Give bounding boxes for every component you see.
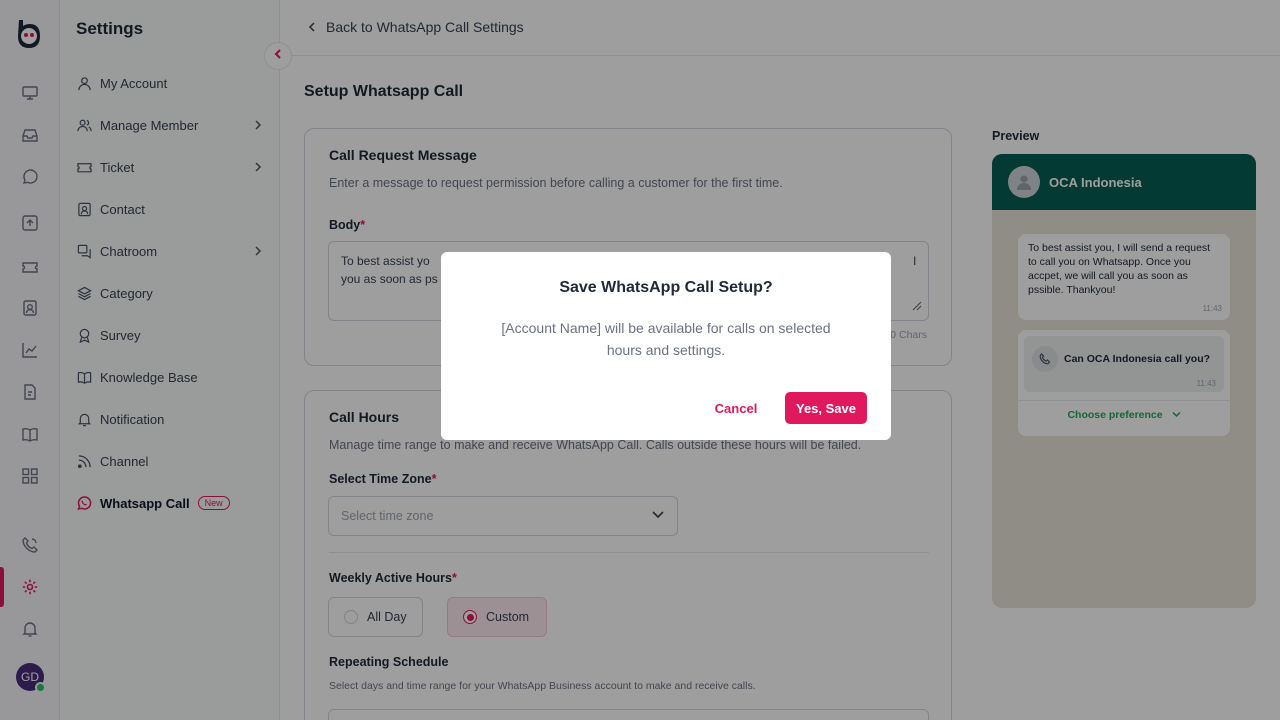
- cancel-button[interactable]: Cancel: [703, 392, 769, 424]
- dialog-title: Save WhatsApp Call Setup?: [559, 279, 773, 296]
- dialog-body: [Account Name] will be available for cal…: [501, 320, 831, 358]
- save-confirmation-dialog: Save WhatsApp Call Setup? [Account Name]…: [441, 252, 891, 440]
- yes-save-button[interactable]: Yes, Save: [785, 392, 867, 424]
